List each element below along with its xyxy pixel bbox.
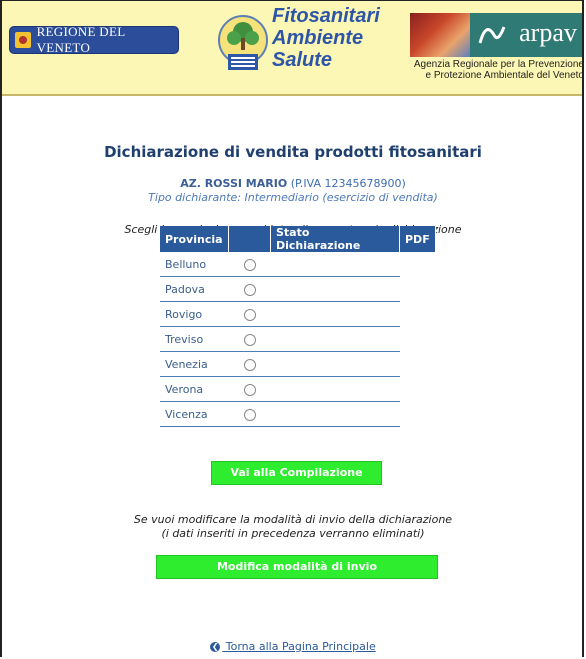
pdf-cell (400, 327, 436, 352)
column-header-pdf: PDF (399, 226, 436, 252)
back-link-label: Torna alla Pagina Principale (225, 640, 376, 653)
declaration-status (270, 401, 400, 427)
arpav-subtitle-line-2: e Protezione Ambientale del Veneto (425, 70, 584, 81)
table-row: Rovigo (160, 301, 436, 327)
arpav-wave-icon (470, 13, 514, 57)
province-radio-padova[interactable] (243, 283, 256, 296)
province-table: Provincia Stato Dichiarazione PDF Bellun… (160, 226, 436, 427)
table-row: Belluno (160, 252, 435, 277)
province-radio-rovigo[interactable] (243, 308, 256, 321)
page-title: Dichiarazione di vendita prodotti fitosa… (104, 143, 482, 161)
site-header: REGIONE DEL VENETO Fitosanitari Ambiente… (2, 1, 584, 96)
regione-veneto-logo[interactable]: REGIONE DEL VENETO (10, 24, 178, 55)
modify-note: Se vuoi modificare la modalità di invio … (0, 513, 586, 541)
pdf-cell (400, 377, 436, 402)
company-name: AZ. ROSSI MARIO (180, 177, 288, 190)
pdf-cell (400, 352, 436, 377)
chevron-left-circle-icon: ❮ (210, 642, 221, 652)
province-name: Venezia (160, 351, 229, 377)
province-name: Vicenza (160, 401, 229, 427)
declarant-type: Tipo dichiarante: Intermediario (eserciz… (148, 191, 438, 204)
company-vat: (P.IVA 12345678900) (290, 177, 406, 190)
declaration-status (270, 351, 400, 377)
province-radio-belluno[interactable] (243, 258, 256, 271)
declaration-status (270, 252, 400, 277)
column-header-province: Provincia (160, 226, 229, 252)
company-info: AZ. ROSSI MARIO (P.IVA 12345678900) (0, 177, 586, 190)
table-row: Venezia (160, 351, 436, 377)
pdf-cell (400, 302, 436, 327)
table-header-row: Provincia Stato Dichiarazione PDF (160, 226, 436, 252)
province-name: Verona (160, 376, 229, 402)
veneto-logo-text: REGIONE DEL VENETO (36, 24, 125, 55)
province-name: Treviso (160, 326, 229, 352)
fitosanitari-title: Fitosanitari Ambiente Salute (272, 5, 402, 71)
modify-note-line-2: (i dati inseriti in precedenza verranno … (161, 527, 425, 540)
fito-title-line-1: Fitosanitari (272, 5, 380, 27)
modify-note-line-1: Se vuoi modificare la modalità di invio … (133, 513, 453, 526)
compile-button[interactable]: Vai alla Compilazione (211, 461, 382, 485)
pdf-cell (400, 252, 436, 277)
fitosanitari-emblem-icon (218, 15, 268, 70)
column-header-status: Stato Dichiarazione (270, 226, 400, 252)
pdf-cell (400, 277, 436, 302)
table-row: Verona (160, 376, 436, 402)
veneto-emblem-icon (15, 32, 31, 48)
province-radio-vicenza[interactable] (243, 408, 256, 421)
arpav-subtitle: Agenzia Regionale per la Prevenzione e P… (412, 59, 584, 81)
arpav-subtitle-line-1: Agenzia Regionale per la Prevenzione (413, 59, 584, 70)
declaration-status (270, 326, 400, 352)
province-radio-venezia[interactable] (243, 358, 256, 371)
province-radio-treviso[interactable] (243, 333, 256, 346)
province-name: Rovigo (160, 301, 229, 327)
arpav-logo[interactable]: arpav (410, 13, 582, 57)
arpav-lion-image (410, 13, 470, 57)
province-name: Belluno (160, 252, 229, 277)
pdf-cell (400, 402, 436, 427)
arpav-logo-text: arpav (514, 13, 582, 57)
fito-title-line-3: Salute (272, 49, 333, 71)
declaration-status (270, 276, 400, 302)
declaration-status (270, 376, 400, 402)
modify-send-mode-button[interactable]: Modifica modalità di invio (156, 555, 438, 579)
table-row: Vicenza (160, 401, 436, 427)
column-header-select (228, 226, 271, 252)
back-to-home-link[interactable]: ❮ Torna alla Pagina Principale (0, 640, 586, 653)
table-row: Treviso (160, 326, 436, 352)
province-radio-verona[interactable] (243, 383, 256, 396)
table-row: Padova (160, 276, 436, 302)
fito-title-line-2: Ambiente (272, 27, 364, 49)
declaration-status (270, 301, 400, 327)
province-name: Padova (160, 276, 229, 302)
